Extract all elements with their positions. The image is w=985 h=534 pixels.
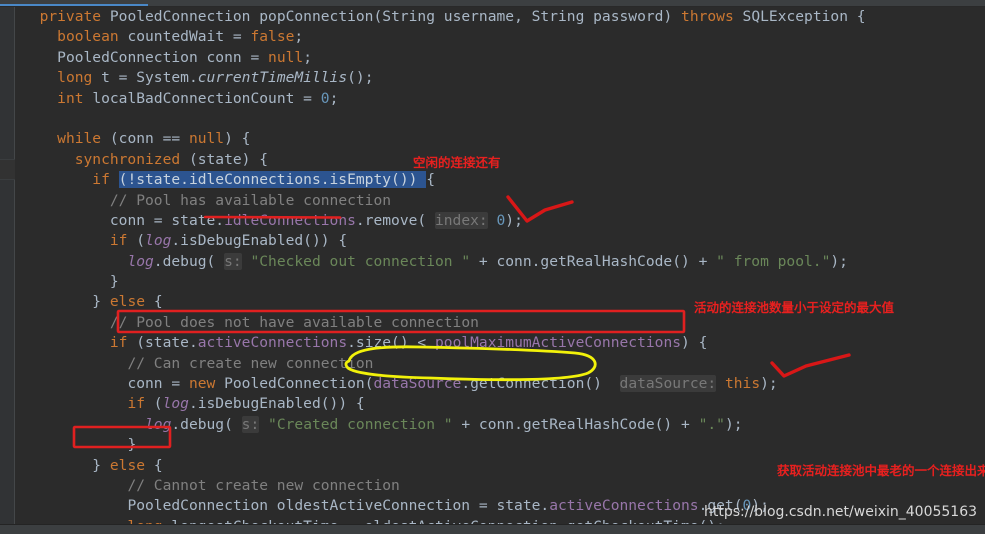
code-line[interactable]: } xyxy=(15,272,985,292)
code-editor-screenshot: private PooledConnection popConnection(S… xyxy=(0,0,985,534)
editor-gutter[interactable] xyxy=(0,7,14,525)
code-line[interactable]: int localBadConnectionCount = 0; xyxy=(15,89,985,109)
annotation-note-oldest-connection: 获取活动连接池中最老的一个连接出来 xyxy=(777,463,985,478)
code-line[interactable]: while (conn == null) { xyxy=(15,129,985,149)
code-line[interactable]: conn = state.idleConnections.remove( ind… xyxy=(15,211,985,231)
editor-bottom-chrome xyxy=(0,525,985,534)
code-line[interactable]: if (state.activeConnections.size() < poo… xyxy=(15,333,985,353)
code-line[interactable]: } xyxy=(15,435,985,455)
code-line[interactable]: if (log.isDebugEnabled()) { xyxy=(15,394,985,414)
code-line[interactable]: log.debug( s: "Checked out connection " … xyxy=(15,252,985,272)
code-line[interactable]: private PooledConnection popConnection(S… xyxy=(15,7,985,27)
code-line[interactable]: // Pool does not have available connecti… xyxy=(15,313,985,333)
annotation-note-active-max: 活动的连接池数量小于设定的最大值 xyxy=(694,300,895,315)
code-line[interactable]: long t = System.currentTimeMillis(); xyxy=(15,68,985,88)
code-line[interactable]: if (log.isDebugEnabled()) { xyxy=(15,231,985,251)
code-line[interactable]: conn = new PooledConnection(dataSource.g… xyxy=(15,374,985,394)
code-line[interactable]: // Can create new connection xyxy=(15,354,985,374)
code-line[interactable]: log.debug( s: "Created connection " + co… xyxy=(15,415,985,435)
code-line[interactable]: // Cannot create new connection xyxy=(15,476,985,496)
code-line[interactable]: boolean countedWait = false; xyxy=(15,27,985,47)
annotation-note-idle-connections: 空闲的连接还有 xyxy=(413,155,501,170)
watermark-url: https://blog.csdn.net/weixin_40055163 xyxy=(704,504,978,520)
code-content[interactable]: private PooledConnection popConnection(S… xyxy=(15,7,985,534)
code-line[interactable]: if (!state.idleConnections.isEmpty()) { xyxy=(15,170,985,190)
code-line[interactable]: PooledConnection conn = null; xyxy=(15,48,985,68)
code-line[interactable] xyxy=(15,109,985,129)
code-line[interactable]: // Pool has available connection xyxy=(15,191,985,211)
